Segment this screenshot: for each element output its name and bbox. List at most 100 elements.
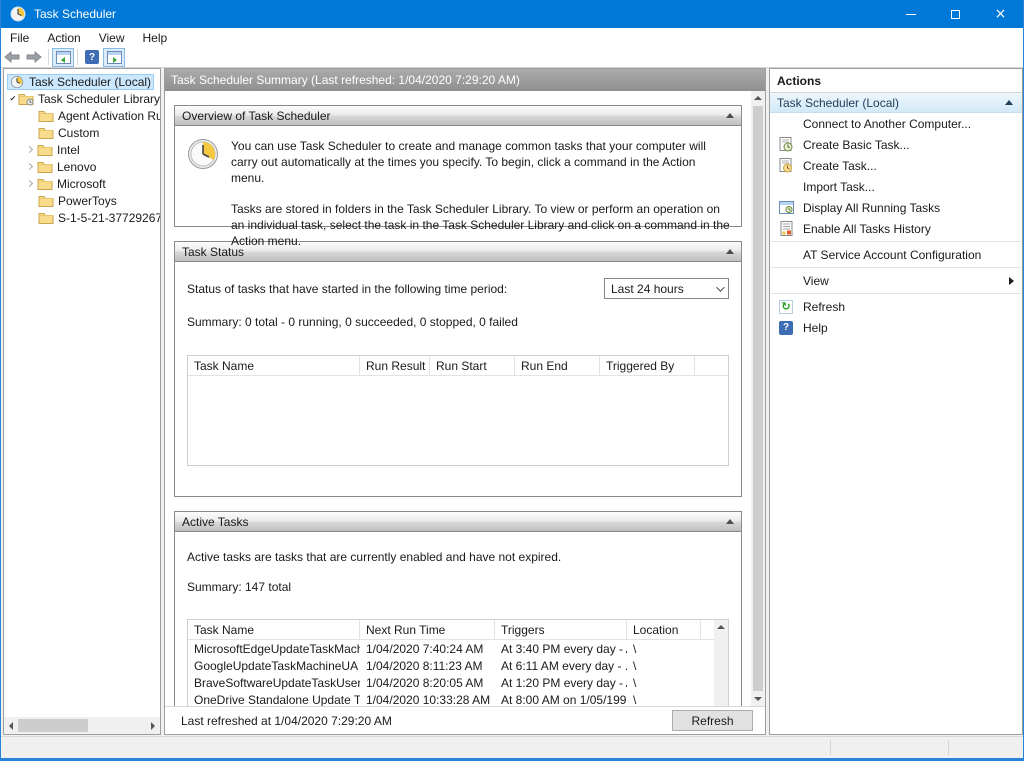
menu-action[interactable]: Action [38, 28, 89, 47]
collapse-arrow-icon[interactable] [726, 519, 734, 524]
tree-item-folder[interactable]: Microsoft [4, 175, 160, 192]
overview-section-header[interactable]: Overview of Task Scheduler [175, 106, 741, 126]
column-header[interactable]: Location [627, 620, 701, 639]
menu-bar: File Action View Help [1, 28, 1023, 47]
action-help[interactable]: ? Help [770, 317, 1022, 338]
overview-section: Overview of Task Scheduler You can use T… [174, 105, 742, 227]
column-header[interactable]: Task Name [188, 620, 360, 639]
folder-icon [38, 211, 54, 225]
folder-icon [37, 177, 53, 191]
chevron-collapsed-icon[interactable] [26, 163, 33, 170]
scrollbar-thumb[interactable] [753, 106, 763, 691]
scroll-up-icon[interactable] [751, 91, 765, 105]
column-header[interactable]: Run End [515, 356, 600, 375]
action-refresh[interactable]: ↻ Refresh [770, 296, 1022, 317]
action-label: Create Task... [803, 159, 877, 173]
task-status-section: Task Status Status of tasks that have st… [174, 241, 742, 497]
active-tasks-vertical-scrollbar[interactable] [714, 620, 728, 706]
tree-item-folder[interactable]: S-1-5-21-3772926790- [4, 209, 160, 226]
overview-paragraph-2: Tasks are stored in folders in the Task … [231, 201, 731, 250]
column-header[interactable]: Triggers [495, 620, 627, 639]
actions-group-header[interactable]: Task Scheduler (Local) [770, 93, 1022, 113]
back-button[interactable] [1, 48, 23, 67]
table-header-row: Task Name Next Run Time Triggers Locatio… [188, 620, 728, 640]
action-view[interactable]: View [770, 270, 1022, 291]
actions-separator [771, 267, 1021, 268]
active-tasks-section-header[interactable]: Active Tasks [175, 512, 741, 532]
close-icon: × [995, 7, 1007, 21]
refresh-button[interactable]: Refresh [672, 710, 753, 731]
maximize-icon [951, 10, 960, 19]
close-button[interactable]: × [978, 0, 1023, 28]
actions-pane-title: Actions [770, 69, 1022, 93]
chevron-collapsed-icon[interactable] [26, 146, 33, 153]
tree-horizontal-scrollbar[interactable] [4, 717, 160, 734]
column-header[interactable]: Next Run Time [360, 620, 495, 639]
action-label: Enable All Tasks History [803, 222, 931, 236]
action-label: Connect to Another Computer... [803, 117, 971, 131]
tree-item-folder[interactable]: PowerToys [4, 192, 160, 209]
summary-footer: Last refreshed at 1/04/2020 7:29:20 AM R… [165, 706, 765, 734]
chevron-down-icon [716, 283, 724, 291]
help-toolbar-button[interactable]: ? [81, 48, 103, 67]
actions-separator [771, 241, 1021, 242]
column-header[interactable]: Run Start [430, 356, 515, 375]
menu-view[interactable]: View [90, 28, 134, 47]
table-row[interactable]: BraveSoftwareUpdateTaskUserS-1-... 1/04/… [188, 674, 728, 691]
menu-file[interactable]: File [1, 28, 38, 47]
tree-item-folder[interactable]: Lenovo [4, 158, 160, 175]
action-enable-all-tasks-history[interactable]: Enable All Tasks History [770, 218, 1022, 239]
forward-button[interactable] [23, 48, 45, 67]
chevron-expanded-icon[interactable] [10, 95, 15, 100]
cell-next-run-time: 1/04/2020 8:20:05 AM [360, 676, 495, 690]
back-arrow-icon [4, 51, 20, 63]
action-connect-to-another-computer[interactable]: Connect to Another Computer... [770, 113, 1022, 134]
show-hide-action-pane-button[interactable] [103, 48, 125, 67]
active-tasks-summary: Summary: 147 total [187, 580, 729, 594]
tree-item-folder[interactable]: Custom [4, 124, 160, 141]
minimize-button[interactable] [888, 0, 933, 28]
scrollbar-thumb[interactable] [18, 719, 88, 732]
column-header[interactable]: Run Result [360, 356, 430, 375]
action-import-task[interactable]: Import Task... [770, 176, 1022, 197]
tree-item-folder[interactable]: Intel [4, 141, 160, 158]
time-period-value: Last 24 hours [611, 282, 684, 296]
scroll-right-icon[interactable] [146, 719, 160, 733]
menu-help[interactable]: Help [134, 28, 177, 47]
scroll-left-icon[interactable] [4, 719, 18, 733]
maximize-button[interactable] [933, 0, 978, 28]
chevron-collapsed-icon[interactable] [26, 180, 33, 187]
status-bar-divider [948, 740, 949, 755]
table-row[interactable]: GoogleUpdateTaskMachineUA 1/04/2020 8:11… [188, 657, 728, 674]
summary-vertical-scrollbar[interactable] [751, 91, 765, 706]
collapse-arrow-icon[interactable] [726, 249, 734, 254]
action-at-service-account-configuration[interactable]: AT Service Account Configuration [770, 244, 1022, 265]
scroll-down-icon[interactable] [751, 692, 765, 706]
time-period-dropdown[interactable]: Last 24 hours [604, 278, 729, 299]
table-row[interactable]: OneDrive Standalone Update Task-... 1/04… [188, 691, 728, 706]
actions-separator [771, 293, 1021, 294]
action-create-task[interactable]: Create Task... [770, 155, 1022, 176]
action-display-all-running-tasks[interactable]: Display All Running Tasks [770, 197, 1022, 218]
action-label: AT Service Account Configuration [803, 248, 981, 262]
task-scheduler-window: { "window": { "title": "Task Scheduler" … [0, 0, 1024, 761]
tree-item-folder[interactable]: Agent Activation Runt [4, 107, 160, 124]
cell-triggers: At 8:00 AM on 1/05/199... [495, 693, 627, 707]
table-row[interactable]: MicrosoftEdgeUpdateTaskMachine... 1/04/2… [188, 640, 728, 657]
cell-task-name: GoogleUpdateTaskMachineUA [188, 659, 360, 673]
show-hide-console-tree-button[interactable] [52, 48, 74, 67]
tree-item-task-scheduler-library[interactable]: Task Scheduler Library [4, 90, 160, 107]
collapse-arrow-icon[interactable] [726, 113, 734, 118]
tree-item-task-scheduler-local[interactable]: Task Scheduler (Local) [4, 73, 160, 90]
scroll-up-icon[interactable] [714, 620, 728, 634]
cell-location: \ [627, 642, 701, 656]
column-header[interactable]: Task Name [188, 356, 360, 375]
cell-location: \ [627, 659, 701, 673]
collapse-arrow-icon[interactable] [1005, 100, 1013, 105]
refresh-icon: ↻ [778, 299, 794, 315]
actions-group-label: Task Scheduler (Local) [777, 96, 899, 110]
column-header[interactable]: Triggered By [600, 356, 695, 375]
status-bar-divider [830, 740, 831, 755]
table-header-row: Task Name Run Result Run Start Run End T… [188, 356, 728, 376]
action-create-basic-task[interactable]: Create Basic Task... [770, 134, 1022, 155]
